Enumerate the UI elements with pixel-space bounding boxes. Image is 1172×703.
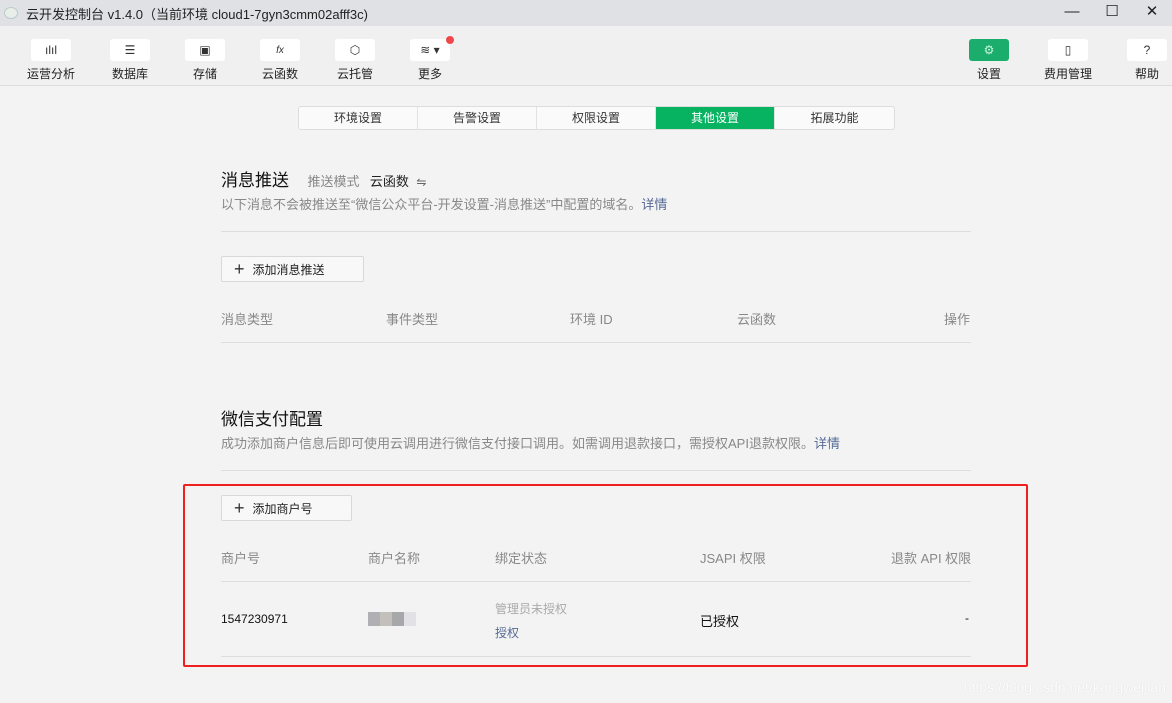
plus-icon: +: [234, 259, 245, 279]
billing-icon: ▯: [1048, 39, 1088, 61]
maximize-button[interactable]: ☐: [1092, 0, 1132, 26]
title-bar: 云开发控制台 v1.4.0（当前环境 cloud1-7gyn3cmm02afff…: [0, 0, 1172, 26]
function-icon: fx: [260, 39, 300, 61]
close-button[interactable]: ✕: [1132, 0, 1172, 26]
switch-icon[interactable]: ⇋: [416, 175, 426, 189]
toolbar-label: 设置: [976, 67, 1001, 81]
app-logo-icon: [4, 7, 18, 19]
gear-icon: ⚙: [969, 39, 1009, 61]
floppy-icon: ▣: [185, 39, 225, 61]
section-title: 微信支付配置: [221, 410, 323, 429]
column-header: 操作: [944, 312, 971, 327]
toolbar-label: 更多: [417, 67, 442, 81]
add-push-button[interactable]: + 添加消息推送: [221, 256, 364, 282]
toolbar-label: 存储: [192, 67, 217, 81]
minimize-button[interactable]: —: [1052, 0, 1092, 26]
toolbar-database-button[interactable]: ☰ 数据库: [100, 39, 160, 82]
watermark: https://blog.csdn.net/kangweijian: [963, 679, 1166, 695]
pay-header: 微信支付配置: [221, 405, 971, 430]
toolbar-label: 数据库: [111, 67, 148, 81]
toolbar: ılıl 运营分析 ☰ 数据库 ▣ 存储 fx 云函数 ⬡ 云托管 ≋ ▾ 更多 ⚙ 设置 ▯…: [0, 26, 1172, 86]
toolbar-label: 帮助: [1134, 67, 1159, 81]
push-mode-label: 推送模式: [307, 174, 360, 189]
description-text: 成功添加商户信息后即可使用云调用进行微信支付接口调用。如需调用退款接口，需授权A…: [221, 436, 814, 451]
column-header: 云函数: [737, 312, 777, 327]
push-description: 以下消息不会被推送至“微信公众平台-开发设置-消息推送”中配置的域名。详情: [221, 194, 971, 213]
toolbar-label: 云托管: [336, 67, 373, 81]
push-header: 消息推送 推送模式 云函数 ⇋: [221, 166, 971, 191]
toolbar-label: 运营分析: [26, 67, 75, 81]
toolbar-label: 云函数: [261, 67, 298, 81]
column-header: 事件类型: [386, 312, 439, 327]
help-icon: ?: [1127, 39, 1167, 61]
notification-dot: [446, 36, 454, 44]
column-header: 消息类型: [221, 312, 274, 327]
toolbar-more-button[interactable]: ≋ ▾ 更多: [400, 36, 460, 82]
divider: [221, 470, 971, 471]
tab-environment[interactable]: 环境设置: [299, 107, 418, 129]
tab-other[interactable]: 其他设置: [656, 107, 775, 129]
toolbar-hosting-button[interactable]: ⬡ 云托管: [325, 39, 385, 82]
toolbar-settings-button[interactable]: ⚙ 设置: [959, 39, 1019, 82]
settings-tabs: 环境设置 告警设置 权限设置 其他设置 拓展功能: [298, 106, 895, 130]
layers-icon: ≋ ▾: [410, 39, 450, 61]
toolbar-label: 费用管理: [1043, 67, 1092, 81]
tab-permissions[interactable]: 权限设置: [537, 107, 656, 129]
tab-extensions[interactable]: 拓展功能: [775, 107, 894, 129]
detail-link[interactable]: 详情: [814, 436, 840, 451]
push-mode-value: 云函数: [369, 174, 409, 189]
window-title: 云开发控制台 v1.4.0（当前环境 cloud1-7gyn3cmm02afff…: [26, 6, 368, 22]
button-label: 添加消息推送: [252, 262, 325, 277]
section-title: 消息推送: [221, 171, 289, 190]
detail-link[interactable]: 详情: [641, 197, 667, 212]
column-header: 环境 ID: [570, 312, 613, 327]
description-text: 以下消息不会被推送至“微信公众平台-开发设置-消息推送”中配置的域名。: [221, 197, 642, 212]
divider: [221, 342, 971, 343]
toolbar-billing-button[interactable]: ▯ 费用管理: [1038, 39, 1098, 82]
highlight-box: [183, 484, 1028, 667]
database-icon: ☰: [110, 39, 150, 61]
divider: [221, 231, 971, 232]
toolbar-functions-button[interactable]: fx 云函数: [250, 39, 310, 82]
toolbar-analytics-button[interactable]: ılıl 运营分析: [21, 39, 81, 82]
bar-chart-icon: ılıl: [31, 39, 71, 61]
pay-description: 成功添加商户信息后即可使用云调用进行微信支付接口调用。如需调用退款接口，需授权A…: [221, 433, 971, 452]
tab-alerts[interactable]: 告警设置: [418, 107, 537, 129]
toolbar-storage-button[interactable]: ▣ 存储: [175, 39, 235, 82]
cube-icon: ⬡: [335, 39, 375, 61]
toolbar-help-button[interactable]: ? 帮助: [1117, 39, 1172, 82]
